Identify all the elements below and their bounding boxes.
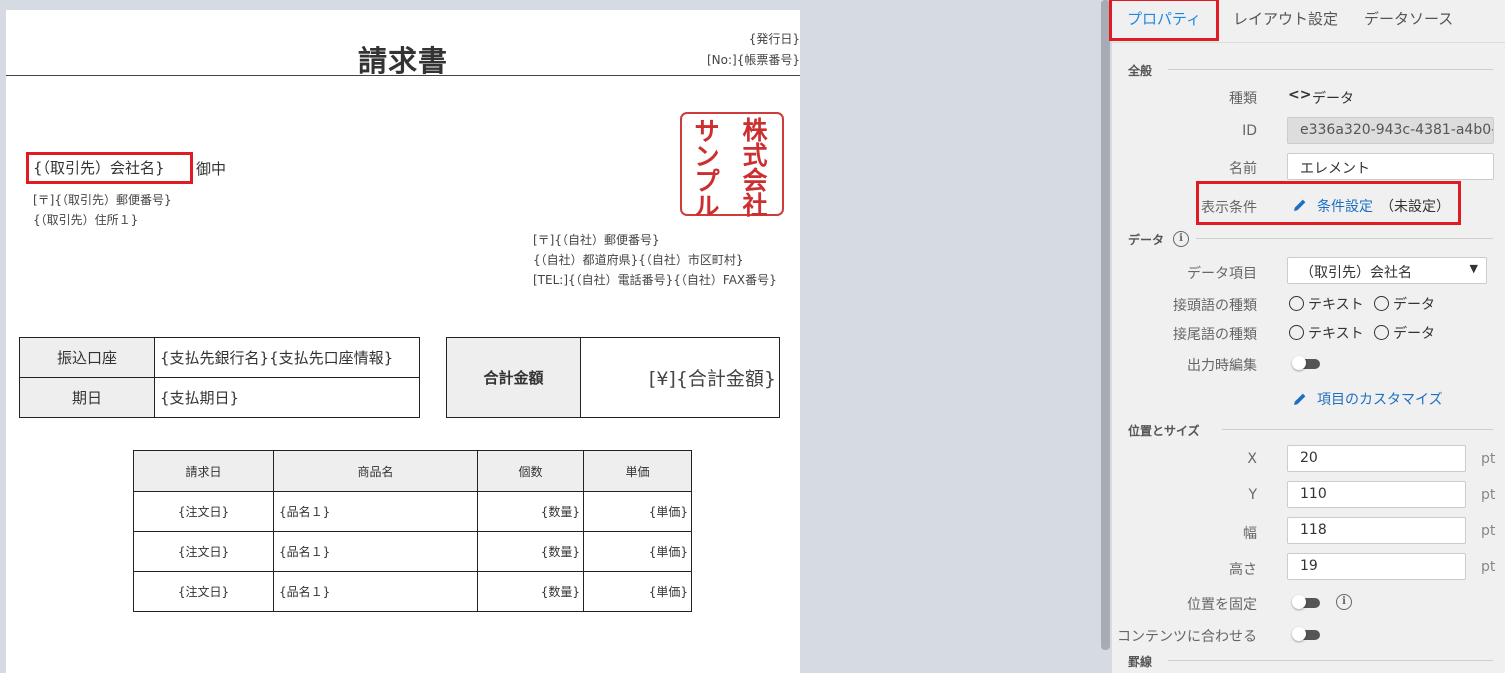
fix-position-toggle[interactable] xyxy=(1292,595,1320,609)
width-input[interactable]: 118 xyxy=(1287,517,1466,544)
self-contact-field[interactable]: [TEL:]{（自社）電話番号}{（自社）FAX番号} xyxy=(533,271,777,288)
width-unit: pt xyxy=(1481,523,1496,539)
id-field[interactable]: e336a320-943c-4381-a4b0-5 xyxy=(1287,117,1494,144)
company-seal[interactable]: 株式会社 サンプル xyxy=(680,112,784,219)
items-table: 請求日 商品名 個数 単価 {注文日} {品名１} {数量} {単価} {注文日… xyxy=(133,450,692,612)
data-item-select[interactable]: （取引先）会社名 ▼ xyxy=(1287,257,1487,284)
name-label: 名前 xyxy=(1229,161,1257,177)
suffix-text-radio[interactable]: テキスト xyxy=(1289,323,1364,343)
prefix-data-radio[interactable]: データ xyxy=(1374,294,1435,314)
x-input[interactable]: 20 xyxy=(1287,445,1466,472)
name-field[interactable]: エレメント xyxy=(1287,153,1494,180)
id-label: ID xyxy=(1242,123,1257,139)
prefix-type-label: 接頭語の種類 xyxy=(1173,298,1257,314)
type-value: データ xyxy=(1312,91,1354,107)
active-tab-highlight xyxy=(1109,0,1219,41)
item-price-cell[interactable]: {単価} xyxy=(583,491,692,532)
fit-content-toggle[interactable] xyxy=(1292,627,1320,641)
radio-icon xyxy=(1374,296,1389,311)
section-divider xyxy=(1222,429,1493,430)
self-postal-field[interactable]: [〒]{（自社）郵便番号} xyxy=(533,231,660,248)
items-header-name[interactable]: 商品名 xyxy=(273,450,478,492)
customize-item-link[interactable]: 項目のカスタマイズ xyxy=(1317,389,1443,409)
data-item-value: （取引先）会社名 xyxy=(1300,265,1412,281)
pencil-icon[interactable] xyxy=(1292,391,1308,407)
client-postal-field[interactable]: [〒]{（取引先）郵便番号} xyxy=(33,191,172,208)
info-icon[interactable]: i xyxy=(1173,231,1189,247)
section-position-heading: 位置とサイズ xyxy=(1128,424,1200,438)
section-divider xyxy=(1196,238,1493,239)
item-qty-cell[interactable]: {数量} xyxy=(477,571,584,612)
y-input[interactable]: 110 xyxy=(1287,481,1466,508)
code-icon: <> xyxy=(1288,87,1312,103)
property-panel: プロパティ レイアウト設定 データソース 全般 種類 <> データ ID e33… xyxy=(1109,0,1505,673)
items-header-date[interactable]: 請求日 xyxy=(133,450,274,492)
table-row: {注文日} {品名１} {数量} {単価} xyxy=(133,571,692,612)
radio-icon xyxy=(1374,325,1389,340)
y-unit: pt xyxy=(1481,487,1496,503)
item-date-cell[interactable]: {注文日} xyxy=(133,571,274,612)
radio-icon xyxy=(1289,296,1304,311)
document-title[interactable]: 請求書 xyxy=(6,38,800,80)
section-general-heading: 全般 xyxy=(1128,64,1153,78)
total-table: 合計金額 [¥]{合計金額} xyxy=(446,337,780,418)
suffix-data-radio[interactable]: データ xyxy=(1374,323,1435,343)
condition-highlight xyxy=(1196,181,1461,225)
dropdown-arrow-icon: ▼ xyxy=(1469,262,1478,275)
honorific-text[interactable]: 御中 xyxy=(196,158,226,179)
radio-icon xyxy=(1289,325,1304,340)
item-date-cell[interactable]: {注文日} xyxy=(133,531,274,572)
output-edit-toggle[interactable] xyxy=(1292,356,1320,370)
self-address-field[interactable]: {（自社）都道府県}{（自社）市区町村} xyxy=(533,251,744,268)
width-label: 幅 xyxy=(1243,526,1257,542)
total-value[interactable]: [¥]{合計金額} xyxy=(580,337,780,418)
section-data-heading: データ xyxy=(1128,233,1165,247)
height-input[interactable]: 19 xyxy=(1287,553,1466,580)
bank-info-table: 振込口座 {支払先銀行名}{支払先口座情報} 期日 {支払期日} xyxy=(19,337,420,418)
fit-content-label: コンテンツに合わせる xyxy=(1117,629,1257,645)
height-label: 高さ xyxy=(1229,562,1257,578)
title-divider xyxy=(6,75,800,76)
item-price-cell[interactable]: {単価} xyxy=(583,571,692,612)
table-row: {注文日} {品名１} {数量} {単価} xyxy=(133,531,692,572)
tab-divider xyxy=(1112,42,1505,43)
tab-layout-settings[interactable]: レイアウト設定 xyxy=(1233,8,1338,29)
selected-element-highlight xyxy=(26,152,193,184)
due-label[interactable]: 期日 xyxy=(19,377,155,418)
fix-position-label: 位置を固定 xyxy=(1187,597,1257,613)
section-divider xyxy=(1168,660,1493,661)
item-name-cell[interactable]: {品名１} xyxy=(273,491,478,532)
items-header-price[interactable]: 単価 xyxy=(583,450,692,492)
y-label: Y xyxy=(1248,487,1257,503)
prefix-text-radio[interactable]: テキスト xyxy=(1289,294,1364,314)
item-name-cell[interactable]: {品名１} xyxy=(273,571,478,612)
type-label: 種類 xyxy=(1229,91,1257,107)
item-price-cell[interactable]: {単価} xyxy=(583,531,692,572)
section-divider xyxy=(1168,69,1493,70)
info-icon[interactable]: i xyxy=(1336,594,1352,610)
items-header-qty[interactable]: 個数 xyxy=(477,450,584,492)
data-item-label: データ項目 xyxy=(1187,266,1257,282)
issue-date-field[interactable]: {発行日} xyxy=(749,30,800,47)
due-value[interactable]: {支払期日} xyxy=(154,377,420,418)
document-canvas[interactable]: 請求書 {発行日} [No:]{帳票番号} {（取引先）会社名} 御中 [〒]{… xyxy=(6,10,800,673)
doc-number-field[interactable]: [No:]{帳票番号} xyxy=(707,51,800,68)
item-date-cell[interactable]: {注文日} xyxy=(133,491,274,532)
output-edit-label: 出力時編集 xyxy=(1187,358,1257,374)
total-label[interactable]: 合計金額 xyxy=(446,337,581,418)
x-label: X xyxy=(1247,451,1257,467)
item-qty-cell[interactable]: {数量} xyxy=(477,491,584,532)
tab-data-source[interactable]: データソース xyxy=(1364,8,1453,29)
height-unit: pt xyxy=(1481,559,1496,575)
table-row: {注文日} {品名１} {数量} {単価} xyxy=(133,491,692,532)
suffix-type-label: 接尾語の種類 xyxy=(1173,327,1257,343)
section-border-heading: 罫線 xyxy=(1128,655,1153,669)
canvas-scrollbar[interactable] xyxy=(1101,0,1110,650)
bank-label[interactable]: 振込口座 xyxy=(19,337,155,378)
item-qty-cell[interactable]: {数量} xyxy=(477,531,584,572)
item-name-cell[interactable]: {品名１} xyxy=(273,531,478,572)
bank-value[interactable]: {支払先銀行名}{支払先口座情報} xyxy=(154,337,420,378)
client-address-field[interactable]: {（取引先）住所１} xyxy=(33,211,138,228)
x-unit: pt xyxy=(1481,451,1496,467)
